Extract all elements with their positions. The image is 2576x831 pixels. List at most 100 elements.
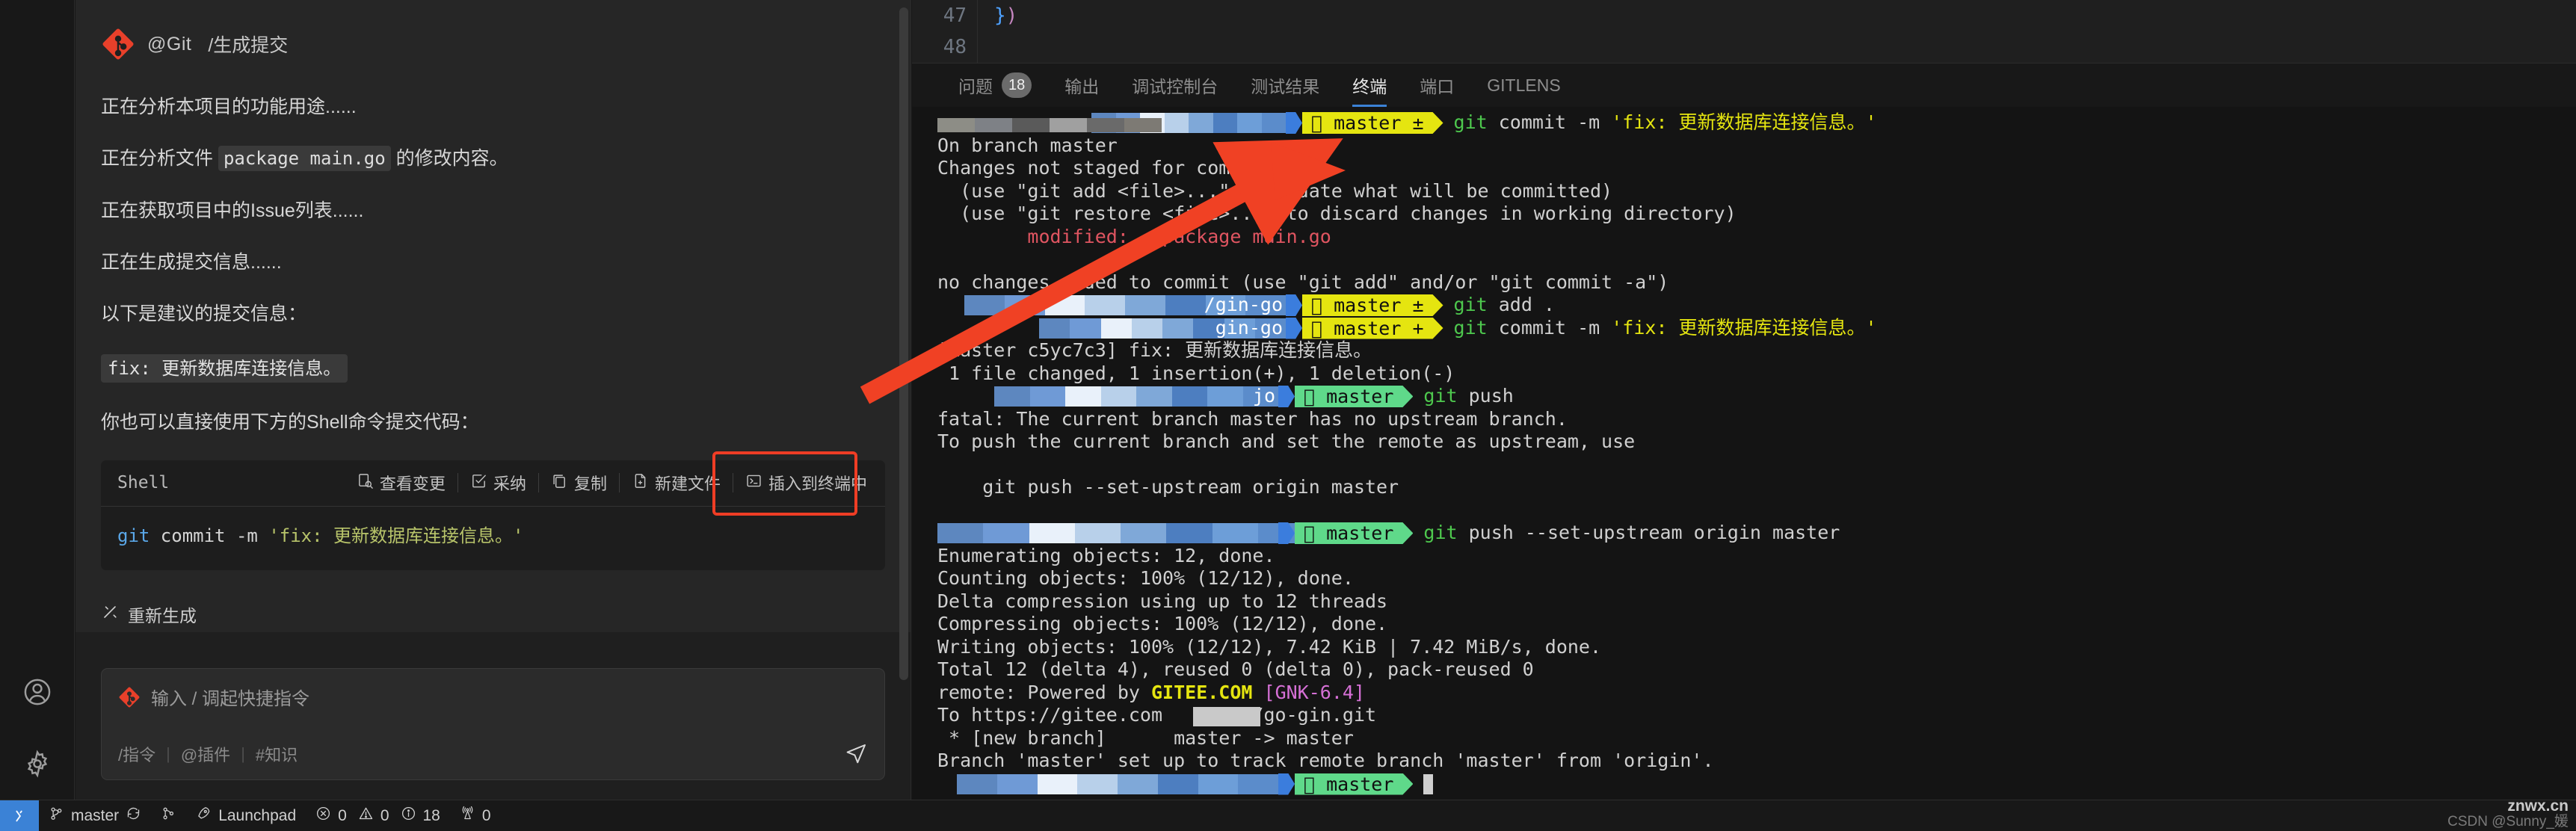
accept-button[interactable]: 采纳 — [458, 468, 538, 498]
prompt-path: jo — [1252, 385, 1275, 407]
prompt-path: gin-go — [1215, 316, 1283, 339]
prompt-branch-segment:  master ± — [1302, 294, 1443, 316]
hint-knowledge[interactable]: #知识 — [256, 742, 298, 766]
insert-into-terminal-button[interactable]: 插入到终端中 — [733, 468, 879, 498]
terminal-output[interactable]:  master ± git commit -m 'fix: 更新数据库连接信息。… — [912, 107, 2576, 800]
terminal-command: git add . — [1453, 294, 1555, 316]
view-changes-button[interactable]: 查看变更 — [345, 468, 457, 498]
problems-count-badge: 18 — [1002, 72, 1032, 98]
status-git-graph[interactable] — [151, 800, 186, 831]
tab-gitlens[interactable]: GITLENS — [1470, 64, 1577, 107]
powerline-prompt: /gin-go  master ± git add . — [1204, 294, 1555, 316]
tab-test-results[interactable]: 测试结果 — [1234, 64, 1336, 107]
terminal-output-line: To https://gitee.com /go-gin.git — [937, 704, 1376, 726]
code-string: 'fix: 更新数据库连接信息。' — [268, 525, 524, 546]
terminal-output-line: To push the current branch and set the r… — [937, 430, 1636, 452]
terminal-output-line: Delta compression using up to 12 threads — [937, 590, 1388, 612]
message-generating-commit: 正在生成提交信息...... — [101, 251, 282, 273]
hint-divider: | — [241, 744, 245, 763]
info-count: 18 — [422, 806, 440, 824]
terminal-output-line: git push --set-upstream origin master — [937, 476, 1399, 498]
settings-gear-icon[interactable] — [0, 728, 75, 800]
commit-message-chip: fix: 更新数据库连接信息。 — [101, 354, 348, 383]
status-bar: master Launchpad 0 0 18 0 — [0, 800, 2576, 831]
tab-problems[interactable]: 问题 18 — [942, 64, 1048, 107]
editor-code-line[interactable]: }) — [994, 0, 1017, 63]
sync-icon[interactable] — [126, 806, 141, 826]
tab-output[interactable]: 输出 — [1048, 64, 1115, 107]
warning-count: 0 — [380, 806, 389, 824]
message-fetching-issues: 正在获取项目中的Issue列表...... — [101, 200, 364, 221]
git-logo-icon — [101, 27, 135, 61]
tab-test-results-label: 测试结果 — [1251, 77, 1320, 96]
status-diagnostics[interactable]: 0 0 18 — [306, 800, 450, 831]
accept-check-icon — [470, 472, 487, 494]
copy-icon — [551, 472, 568, 494]
chat-scrollbar[interactable] — [897, 0, 910, 800]
info-icon — [401, 806, 416, 826]
terminal-output-line: Writing objects: 100% (12/12), 7.42 KiB … — [937, 635, 1602, 658]
broadcast-icon — [460, 806, 475, 826]
line-number: 48 — [943, 36, 967, 58]
accept-label: 采纳 — [493, 475, 526, 493]
tab-debug-console[interactable]: 调试控制台 — [1115, 64, 1234, 107]
tab-terminal-label: 终端 — [1352, 77, 1387, 96]
message-analyzing-file: 正在分析文件 package main.go 的修改内容。 — [101, 146, 885, 172]
terminal-output-line: [master c5yc7c3] fix: 更新数据库连接信息。 — [937, 339, 1372, 361]
powerline-prompt: gin-go  master + git commit -m 'fix: 更新数据… — [1215, 317, 1877, 339]
agent-command: /生成提交 — [208, 35, 289, 56]
prompt-branch-segment:  master — [1295, 522, 1413, 544]
copy-button[interactable]: 复制 — [539, 468, 619, 498]
terminal-prompt-line: jo  master git push — [912, 385, 2576, 408]
git-logo-small-icon — [118, 686, 141, 708]
prompt-arrow-left — [1286, 317, 1302, 339]
send-icon[interactable] — [844, 742, 868, 766]
code-block-language: Shell — [117, 473, 170, 492]
broadcast-count: 0 — [481, 806, 491, 824]
regenerate-label: 重新生成 — [128, 605, 197, 625]
status-broadcast[interactable]: 0 — [450, 800, 501, 831]
prompt-arrow-left — [1286, 112, 1302, 134]
new-file-icon — [632, 472, 649, 494]
tab-ports[interactable]: 端口 — [1403, 64, 1470, 107]
assistant-message-card: @Git /生成提交 正在分析本项目的功能用途...... 正在分析文件 pac… — [76, 0, 910, 632]
new-file-button[interactable]: 新建文件 — [620, 468, 733, 498]
regenerate-icon — [101, 603, 119, 625]
status-branch[interactable]: master — [39, 800, 151, 831]
status-launchpad[interactable]: Launchpad — [186, 800, 306, 831]
watermark-line2: CSDN @Sunny_媛 — [2447, 814, 2569, 830]
editor-and-panel: 47 48 }) 问题 18 输出 调试控制台 测试结果 终端 端口 GITLE… — [912, 0, 2576, 800]
file-line-code: package main.go — [218, 146, 391, 172]
code-block-content[interactable]: git commit -m 'fix: 更新数据库连接信息。' — [101, 507, 885, 570]
copy-label: 复制 — [573, 475, 607, 493]
tab-gitlens-label: GITLENS — [1487, 75, 1561, 95]
terminal-output-line: remote: Powered by GITEE.COM [GNK-6.4] — [937, 681, 1365, 703]
chat-panel: @Git /生成提交 正在分析本项目的功能用途...... 正在分析文件 pac… — [76, 0, 911, 800]
line-number-gutter: 47 48 — [912, 0, 978, 63]
terminal-prompt-line: gin-go  master + git commit -m 'fix: 更新数据… — [912, 317, 2576, 340]
terminal-cursor — [1423, 773, 1434, 794]
chat-input-placeholder: 输入 / 调起快捷指令 — [151, 689, 310, 709]
regenerate-button[interactable]: 重新生成 — [101, 602, 885, 627]
hint-command[interactable]: /指令 — [118, 742, 155, 766]
code-keyword: git — [117, 525, 150, 546]
terminal-output-line: no changes added to commit (use "git add… — [937, 271, 1669, 293]
prompt-arrow-left — [1278, 522, 1295, 544]
code-block-toolbar: Shell 查看变更 采纳 复制 新建文件 插入到终端中 — [101, 460, 885, 507]
bottom-panel: 问题 18 输出 调试控制台 测试结果 终端 端口 GITLENS master… — [912, 63, 2576, 800]
code-plain: commit -m — [150, 525, 269, 546]
terminal-output-line: Total 12 (delta 4), reused 0 (delta 0), … — [937, 658, 1534, 680]
powerline-prompt:  master — [1278, 773, 1434, 795]
tab-terminal[interactable]: 终端 — [1336, 64, 1403, 107]
status-branch-label: master — [71, 806, 120, 824]
tab-debug-console-label: 调试控制台 — [1132, 77, 1218, 96]
insert-terminal-label: 插入到终端中 — [768, 475, 867, 493]
chat-input-box[interactable]: 输入 / 调起快捷指令 /指令 | @插件 | #知识 — [101, 668, 885, 780]
hint-plugin[interactable]: @插件 — [181, 742, 230, 766]
account-icon[interactable] — [0, 656, 75, 728]
tab-problems-label: 问题 — [958, 77, 993, 96]
editor-bottom-strip: 47 48 }) — [912, 0, 2576, 63]
redaction-mosaic — [937, 117, 1162, 132]
remote-indicator[interactable] — [0, 800, 39, 831]
